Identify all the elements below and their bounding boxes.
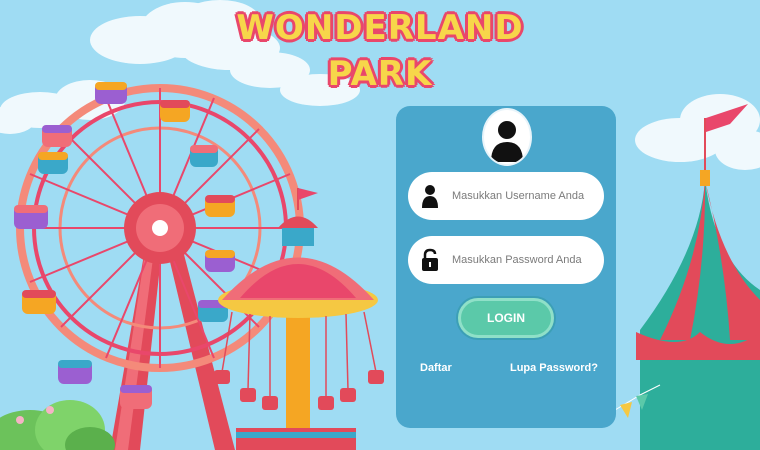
register-link[interactable]: Daftar: [420, 362, 452, 374]
username-input[interactable]: [452, 182, 596, 210]
password-input[interactable]: [452, 246, 596, 274]
username-field: [408, 172, 604, 220]
password-field: [408, 236, 604, 284]
forgot-password-link[interactable]: Lupa Password?: [510, 362, 598, 374]
login-panel: LOGIN Daftar Lupa Password?: [396, 106, 616, 428]
app-title-line2: PARK: [327, 54, 433, 94]
bushes: [0, 400, 115, 450]
ferris-wheel: [14, 82, 304, 450]
padlock-icon: [420, 248, 440, 272]
login-button[interactable]: LOGIN: [458, 298, 554, 338]
app-title-line1: WONDERLAND: [236, 8, 524, 48]
person-icon: [420, 184, 440, 208]
user-avatar-icon: [482, 108, 532, 166]
